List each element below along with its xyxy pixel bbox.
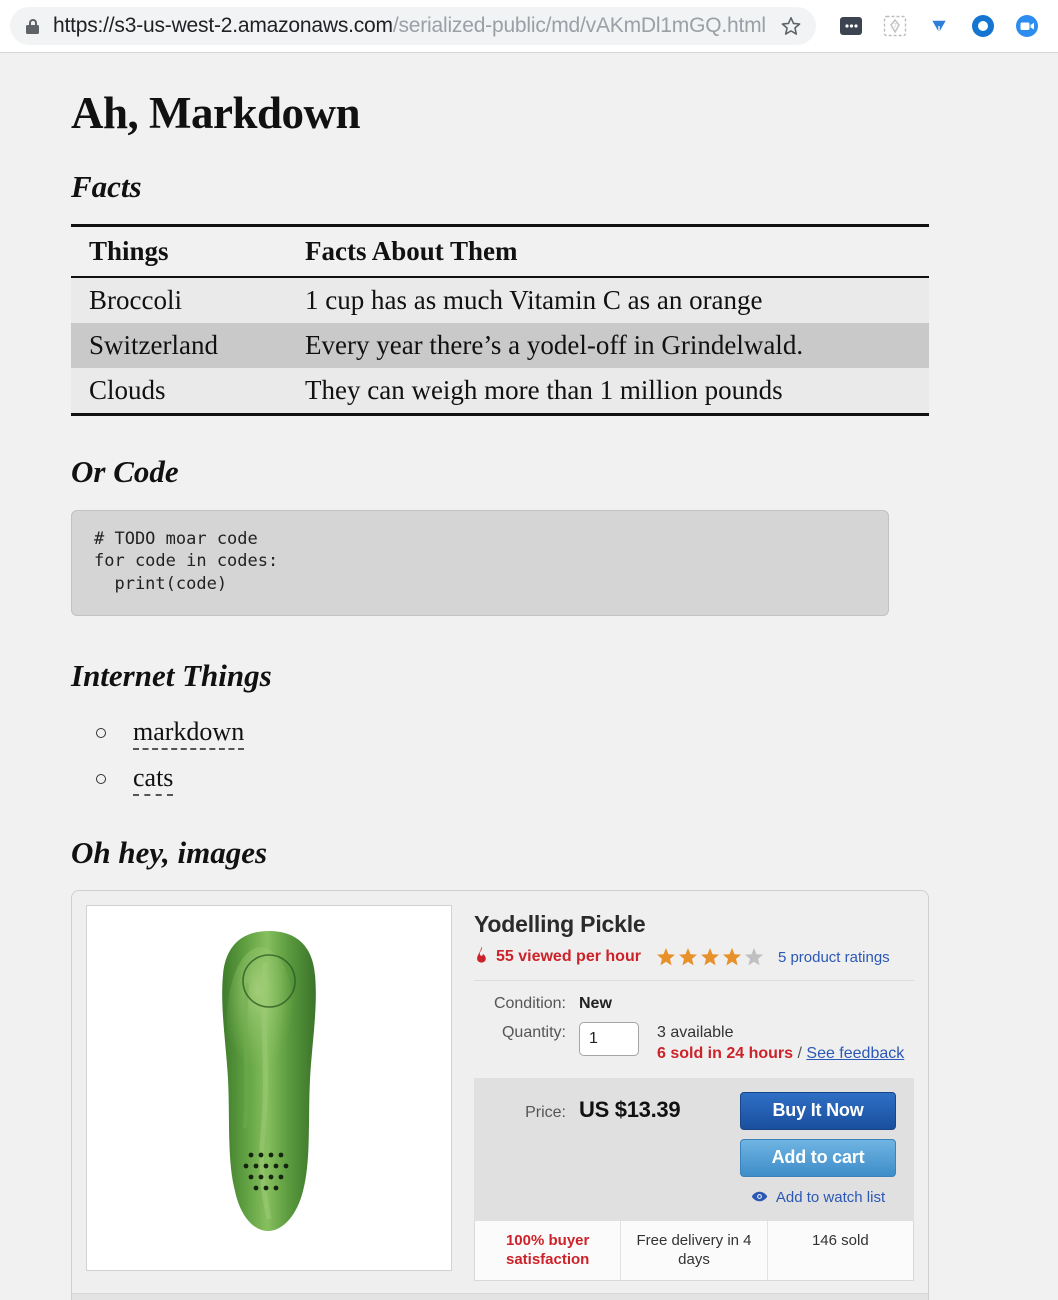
lock-icon[interactable]	[26, 18, 39, 34]
diamond-extension-icon[interactable]	[926, 13, 952, 39]
price-panel: Price: US $13.39 Buy It Now Add to cart	[474, 1077, 914, 1221]
tag-extension-icon[interactable]: 7	[882, 13, 908, 39]
quantity-label: Quantity:	[501, 1024, 566, 1042]
stat-free-delivery: Free delivery in 4 days	[621, 1220, 768, 1281]
separator: /	[797, 1044, 802, 1062]
fire-icon	[474, 946, 489, 968]
internet-things-list: markdown cats	[71, 714, 987, 797]
product-ratings-link[interactable]: 5 product ratings	[778, 949, 890, 966]
table-row[interactable]: Switzerland Every year there’s a yodel-o…	[71, 323, 929, 369]
quantity-row: Quantity: 3 available 6 sold in 24 hours…	[474, 1022, 914, 1065]
section-heading-images: Oh hey, images	[71, 834, 268, 870]
list-item: markdown	[93, 714, 987, 750]
star-icon-filled	[678, 947, 698, 967]
stock-info: 3 available 6 sold in 24 hours / See fee…	[657, 1022, 904, 1065]
product-title: Yodelling Pickle	[474, 911, 646, 938]
table-head: Things Facts About Them	[71, 224, 929, 279]
viewed-text: 55 viewed per hour	[496, 948, 641, 966]
cell-thing: Switzerland	[89, 330, 218, 361]
table-header-row: Things Facts About Them	[71, 224, 929, 279]
product-figure: Yodelling Pickle 55 viewed per hour 5 pr…	[71, 890, 929, 1300]
product-stats-row: 100% buyer satisfaction Free delivery in…	[474, 1220, 914, 1282]
eye-icon	[751, 1189, 768, 1207]
link-cats[interactable]: cats	[133, 763, 174, 797]
stat-units-sold: 146 sold	[811, 1231, 869, 1249]
quantity-input[interactable]	[579, 1022, 639, 1057]
product-details: Yodelling Pickle 55 viewed per hour 5 pr…	[474, 905, 914, 1282]
available-count: 3 available	[657, 1024, 734, 1042]
table-body: Broccoli 1 cup has as much Vitamin C as …	[71, 277, 929, 417]
star-icon-filled	[700, 947, 720, 967]
viewed-per-hour: 55 viewed per hour	[474, 946, 641, 968]
rating-row: 55 viewed per hour 5 product ratings	[474, 946, 914, 982]
list-item: cats	[93, 760, 987, 797]
star-icon-empty	[744, 947, 764, 967]
add-to-watch-list-link[interactable]: Add to watch list	[776, 1189, 885, 1206]
extension-icons: 7	[838, 13, 1040, 39]
cell-fact: They can weigh more than 1 million pound…	[283, 368, 929, 417]
table-row[interactable]: Clouds They can weigh more than 1 millio…	[71, 368, 929, 417]
figure-caption: this was the cool part	[72, 1293, 928, 1300]
add-to-cart-button[interactable]: Add to cart	[740, 1138, 896, 1177]
stat-buyer-satisfaction: 100% buyer satisfaction	[475, 1220, 622, 1281]
buy-it-now-button[interactable]: Buy It Now	[740, 1091, 896, 1130]
watch-list-row: Add to watch list	[740, 1189, 896, 1207]
circle-extension-icon[interactable]	[970, 13, 996, 39]
link-markdown[interactable]: markdown	[133, 716, 245, 750]
video-extension-icon[interactable]	[1014, 13, 1040, 39]
cell-fact: Every year there’s a yodel-off in Grinde…	[305, 330, 804, 361]
url-text: https://s3-us-west-2.amazonaws.com/seria…	[53, 14, 770, 38]
address-bar[interactable]: https://s3-us-west-2.amazonaws.com/seria…	[10, 7, 816, 45]
sold-recent: 6 sold in 24 hours	[657, 1044, 794, 1062]
condition-row: Condition: New	[474, 993, 914, 1013]
column-header-facts: Facts About Them	[283, 224, 929, 279]
cell-fact: 1 cup has as much Vitamin C as an orange	[305, 285, 763, 316]
browser-toolbar: https://s3-us-west-2.amazonaws.com/seria…	[0, 0, 1058, 53]
page-title: Ah, Markdown	[71, 88, 361, 138]
document-content: Ah, Markdown Facts Things Facts About Th…	[71, 53, 987, 1300]
star-icon-filled	[656, 947, 676, 967]
condition-value: New	[579, 995, 612, 1013]
product-image[interactable]	[86, 905, 452, 1272]
price-label: Price:	[525, 1103, 566, 1121]
column-header-things: Things	[71, 224, 283, 279]
condition-label: Condition:	[493, 995, 566, 1013]
code-block: # TODO moar code for code in codes: prin…	[71, 509, 889, 617]
table-row[interactable]: Broccoli 1 cup has as much Vitamin C as …	[71, 277, 929, 324]
url-path: /serialized-public/md/vAKmDl1mGQ.html	[392, 14, 766, 37]
cell-thing: Clouds	[71, 368, 283, 417]
bookmark-star-icon[interactable]	[780, 15, 802, 37]
section-heading-code: Or Code	[71, 454, 179, 490]
url-host: https://s3-us-west-2.amazonaws.com	[53, 14, 393, 37]
cell-thing: Broccoli	[89, 285, 182, 316]
section-heading-facts: Facts	[71, 168, 142, 204]
page-body: Ah, Markdown Facts Things Facts About Th…	[0, 53, 1058, 1300]
price-value: US $13.39	[579, 1096, 681, 1122]
section-heading-links: Internet Things	[71, 658, 272, 694]
yodelling-pickle-image	[222, 931, 316, 1232]
star-icon-filled	[722, 947, 742, 967]
dots-extension-icon[interactable]	[838, 13, 864, 39]
facts-table: Things Facts About Them Broccoli 1 cup h…	[71, 224, 929, 417]
see-feedback-link[interactable]: See feedback	[806, 1045, 904, 1062]
star-rating[interactable]	[656, 947, 764, 967]
